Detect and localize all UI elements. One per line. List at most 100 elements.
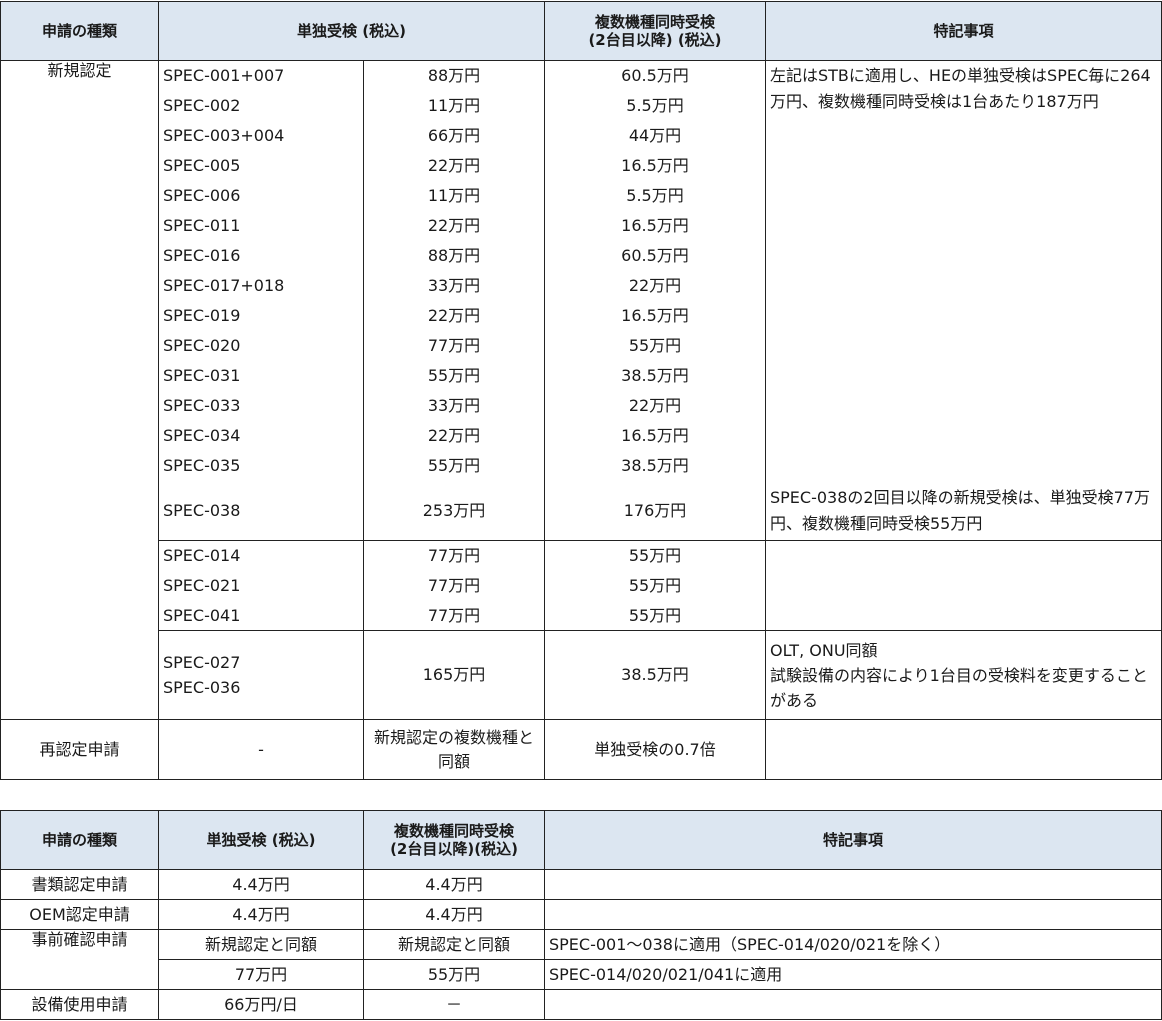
multi-fee: 22万円 bbox=[544, 390, 766, 421]
spec-name: SPEC-014 bbox=[158, 540, 364, 571]
spec-name: SPEC-020 bbox=[158, 330, 364, 361]
multi-fee: 5.5万円 bbox=[544, 180, 766, 211]
spec-name: SPEC-016 bbox=[158, 240, 364, 271]
multi-fee: 44万円 bbox=[544, 120, 766, 151]
spec-name: SPEC-003+004 bbox=[158, 120, 364, 151]
spec-name: SPEC-011 bbox=[158, 210, 364, 241]
table-row: 設備使用申請 66万円/日－ bbox=[0, 989, 1162, 1020]
fee-table-main: 申請の種類 単独受検 (税込) 複数機種同時受検 (2台目以降) (税込) 特記… bbox=[0, 1, 1162, 780]
spec-name: SPEC-038 bbox=[158, 480, 364, 541]
header-type: 申請の種類 bbox=[0, 810, 159, 870]
spec-name: SPEC-006 bbox=[158, 180, 364, 211]
single-fee: 22万円 bbox=[363, 420, 545, 451]
group3-note: OLT, ONU同額 試験設備の内容により1台目の受検料を変更することがある bbox=[765, 630, 1162, 720]
multi-fee: 4.4万円 bbox=[363, 899, 545, 930]
multi-fee: 16.5万円 bbox=[544, 210, 766, 241]
group2-note bbox=[765, 540, 1162, 631]
header-type: 申請の種類 bbox=[0, 1, 159, 61]
note: SPEC-014/020/021/041に適用 bbox=[544, 959, 1162, 990]
multi-fee: 16.5万円 bbox=[544, 300, 766, 331]
header-single: 単独受検 (税込) bbox=[158, 1, 545, 61]
multi-fee: 38.5万円 bbox=[544, 450, 766, 481]
single-fee: 66万円 bbox=[363, 120, 545, 151]
single-fee: 77万円 bbox=[363, 570, 545, 601]
table-row: OEM認定申請 4.4万円 4.4万円 bbox=[0, 899, 1162, 930]
spec-name: SPEC-021 bbox=[158, 570, 364, 601]
multi-fee: 38.5万円 bbox=[544, 360, 766, 391]
table-row: SPEC-027 SPEC-036 165万円 38.5万円 OLT, ONU同額 試… bbox=[1, 630, 1162, 720]
multi-fee: 単独受検の0.7倍 bbox=[544, 719, 766, 780]
spec-name: - bbox=[158, 719, 364, 780]
multi-fee: 16.5万円 bbox=[544, 420, 766, 451]
multi-fee: 55万円 bbox=[544, 570, 766, 601]
multi-fee: － bbox=[363, 989, 545, 1020]
table-row: 事前確認申請 新規認定と同額 新規認定と同額 SPEC-001～038に適用（SPEC… bbox=[0, 929, 1162, 990]
single-fee: 11万円 bbox=[363, 90, 545, 121]
single-fee: 165万円 bbox=[363, 630, 545, 720]
header-notes: 特記事項 bbox=[765, 1, 1162, 61]
spec-name: SPEC-005 bbox=[158, 150, 364, 181]
multi-fee: 60.5万円 bbox=[544, 240, 766, 271]
group1-note: 左記はSTBに適用し、HEの単独受検はSPEC毎に264万円、複数機種同時受検は… bbox=[765, 60, 1162, 481]
single-fee: 66万円/日 bbox=[158, 989, 364, 1020]
single-fee: 11万円 bbox=[363, 180, 545, 211]
multi-fee: 55万円 bbox=[544, 540, 766, 571]
single-fee: 4.4万円 bbox=[158, 899, 364, 930]
multi-fee: 新規認定と同額 bbox=[363, 929, 545, 960]
single-fee: 77万円 bbox=[363, 540, 545, 571]
note: SPEC-001～038に適用（SPEC-014/020/021を除く） bbox=[544, 929, 1162, 960]
note bbox=[544, 989, 1162, 1020]
multi-fee: 4.4万円 bbox=[363, 869, 545, 900]
single-fee: 77万円 bbox=[363, 600, 545, 631]
spec-name: SPEC-031 bbox=[158, 360, 364, 391]
multi-fee: 60.5万円 bbox=[544, 60, 766, 91]
category-type: OEM認定申請 bbox=[0, 899, 159, 930]
multi-fee: 38.5万円 bbox=[544, 630, 766, 720]
single-fee: 新規認定の複数機種と同額 bbox=[363, 719, 545, 780]
fee-table-other: 申請の種類 単独受検 (税込) 複数機種同時受検 (2台目以降)(税込) 特記事… bbox=[0, 810, 1162, 1020]
single-fee: 22万円 bbox=[363, 300, 545, 331]
spec-name: SPEC-002 bbox=[158, 90, 364, 121]
multi-fee: 55万円 bbox=[363, 959, 545, 990]
category-recert: 再認定申請 bbox=[0, 719, 159, 780]
table-row: 新規認定 SPEC-001+007 88万円 60.5万円 左記はSTBに適用し、HEの… bbox=[0, 60, 1162, 720]
single-fee: 88万円 bbox=[363, 240, 545, 271]
multi-fee: 55万円 bbox=[544, 330, 766, 361]
single-fee: 77万円 bbox=[158, 959, 364, 990]
spec-name: SPEC-034 bbox=[158, 420, 364, 451]
table-row: 再認定申請 - 新規認定の複数機種と同額 単独受検の0.7倍 bbox=[0, 719, 1162, 780]
single-fee: 253万円 bbox=[363, 480, 545, 541]
multi-fee: 5.5万円 bbox=[544, 90, 766, 121]
single-fee: 55万円 bbox=[363, 450, 545, 481]
spec-name: SPEC-019 bbox=[158, 300, 364, 331]
spec-name: SPEC-041 bbox=[158, 600, 364, 631]
multi-fee: 16.5万円 bbox=[544, 150, 766, 181]
spec-name: SPEC-035 bbox=[158, 450, 364, 481]
spec038-note: SPEC-038の2回目以降の新規受検は、単独受検77万円、複数機種同時受検55… bbox=[765, 480, 1162, 541]
header-notes: 特記事項 bbox=[544, 810, 1162, 870]
multi-fee: 22万円 bbox=[544, 270, 766, 301]
table-row: SPEC-038 253万円 176万円 SPEC-038の2回目以降の新規受検は、単… bbox=[1, 480, 1162, 541]
single-fee: 22万円 bbox=[363, 210, 545, 241]
category-type: 設備使用申請 bbox=[0, 989, 159, 1020]
single-fee: 22万円 bbox=[363, 150, 545, 181]
single-fee: 77万円 bbox=[363, 330, 545, 361]
table-row: 77万円 55万円 SPEC-014/020/021/041に適用 bbox=[1, 959, 1162, 990]
single-fee: 33万円 bbox=[363, 390, 545, 421]
single-fee: 新規認定と同額 bbox=[158, 929, 364, 960]
table-row: SPEC-014 77万円 55万円 bbox=[1, 540, 1162, 631]
table-row: 書類認定申請 4.4万円 4.4万円 bbox=[0, 869, 1162, 900]
header-multi: 複数機種同時受検 (2台目以降)(税込) bbox=[363, 810, 545, 870]
header-multi: 複数機種同時受検 (2台目以降) (税込) bbox=[544, 1, 766, 61]
category-type: 事前確認申請 bbox=[0, 929, 159, 990]
single-fee: 4.4万円 bbox=[158, 869, 364, 900]
note bbox=[544, 899, 1162, 930]
multi-fee: 176万円 bbox=[544, 480, 766, 541]
spec-name: SPEC-027 SPEC-036 bbox=[158, 630, 364, 720]
single-fee: 33万円 bbox=[363, 270, 545, 301]
category-type: 書類認定申請 bbox=[0, 869, 159, 900]
category-new: 新規認定 bbox=[0, 60, 159, 720]
multi-fee: 55万円 bbox=[544, 600, 766, 631]
header-single: 単独受検 (税込) bbox=[158, 810, 364, 870]
spec-name: SPEC-001+007 bbox=[158, 60, 364, 91]
